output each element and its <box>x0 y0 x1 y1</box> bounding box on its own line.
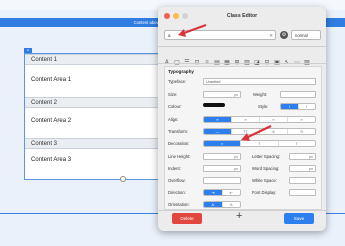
arrow-head-class <box>178 29 186 37</box>
annotation-arrows <box>178 23 272 141</box>
arrow-line-decoration <box>247 125 272 138</box>
arrow-line-class <box>183 23 207 35</box>
